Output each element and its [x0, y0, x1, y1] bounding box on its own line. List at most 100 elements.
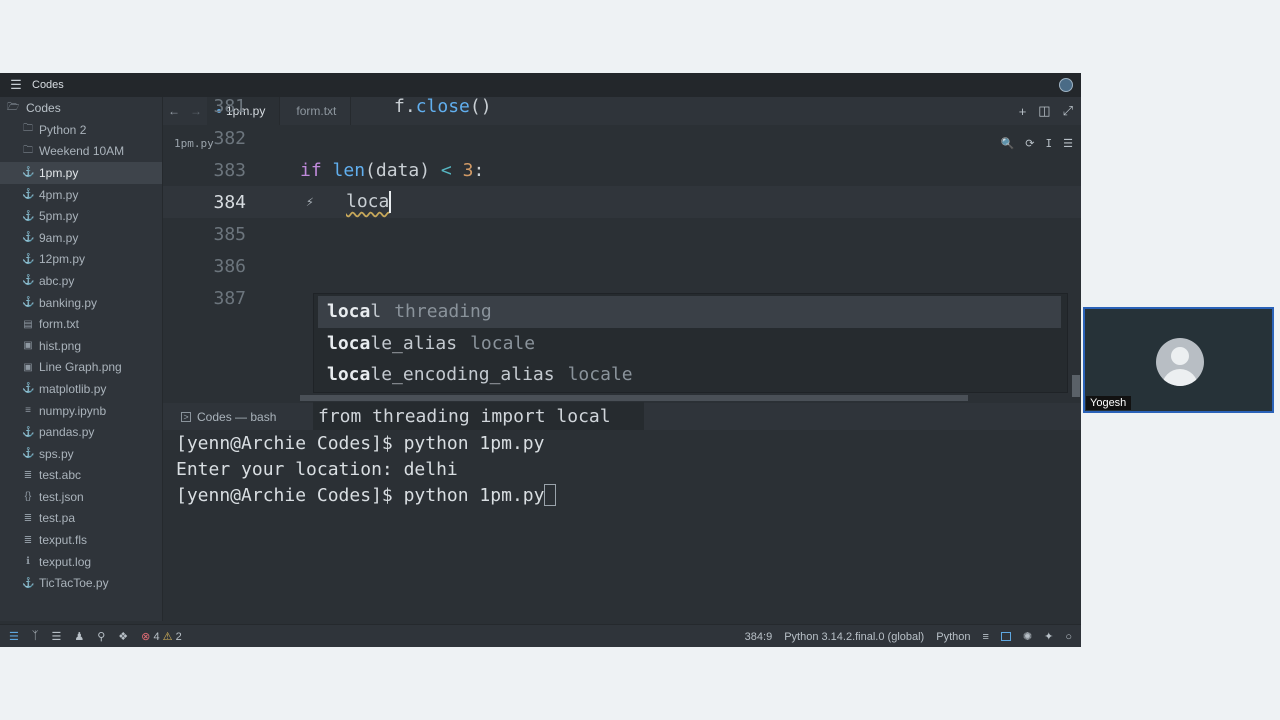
python-file-icon: ⚓ [22, 275, 35, 287]
folder-open-icon: 🗁 [7, 101, 20, 113]
sidebar-item-banking-py[interactable]: ⚓ banking.py [0, 292, 162, 314]
python-file-icon: ⚓ [22, 167, 35, 179]
people-icon[interactable]: ♟ [74, 630, 84, 643]
sidebar-item-label: form.txt [39, 317, 80, 332]
sidebar-item-label: Line Graph.png [39, 360, 122, 375]
code-line-384: 384 ⚡ loca [163, 186, 1081, 218]
code-line-386: 386 [213, 255, 246, 277]
autocomplete-item[interactable]: loca le_alias locale [314, 328, 1067, 360]
python-file-icon: ⚓ [22, 189, 35, 201]
sidebar-item-label: 4pm.py [39, 187, 79, 202]
sidebar-item-label: banking.py [39, 295, 98, 310]
participant-name: Yogesh [1086, 396, 1132, 410]
sidebar-item-texput-fls[interactable]: ≣ texput.fls [0, 529, 162, 551]
editor-vertical-scrollbar[interactable] [1072, 375, 1080, 397]
hamburger-menu-icon[interactable]: ☰ [0, 77, 32, 93]
file-sidebar: 🗁 Codes 🗀 Python 2 🗀 Weekend 10AM ⚓ 1pm.py ⚓ 4p… [0, 97, 163, 621]
terminal-line: Enter your location: delhi [176, 458, 458, 480]
image-file-icon: ▣ [23, 361, 33, 373]
python-file-icon: ⚓ [22, 232, 35, 244]
autocomplete-doc: from threading import local [313, 402, 644, 430]
status-bar: ☰ ᛉ ☰ ♟ ⚲ ❖ ⊗ 4 ⚠ 2 384:9 Python 3.14.2.… [0, 624, 1081, 647]
terminal-line: [yenn@Archie Codes]$ python 1pm.py [176, 432, 545, 454]
editor-horizontal-scrollbar[interactable] [300, 395, 968, 401]
sidebar-item-9am-py[interactable]: ⚓ 9am.py [0, 227, 162, 249]
sidebar-item-test-abc[interactable]: ≣ test.abc [0, 465, 162, 487]
sidebar-item-hist-png[interactable]: ▣ hist.png [0, 335, 162, 357]
terminal-icon: > [181, 411, 191, 422]
window-title: Codes [32, 79, 64, 91]
sidebar-item-1pm-py[interactable]: ⚓ 1pm.py [0, 162, 162, 184]
info-file-icon: ℹ [26, 556, 30, 568]
sidebar-item-label: matplotlib.py [39, 381, 107, 396]
sidebar-item-abc-py[interactable]: ⚓ abc.py [0, 270, 162, 292]
terminal-tab[interactable]: > Codes — bash [163, 410, 276, 424]
sidebar-item-4pm-py[interactable]: ⚓ 4pm.py [0, 184, 162, 206]
panel-icon[interactable] [1000, 632, 1011, 641]
generic-file-icon: ≣ [23, 512, 33, 524]
text-file-icon: ▤ [23, 318, 33, 330]
video-call-tile[interactable]: Yogesh [1083, 307, 1274, 413]
sidebar-item-label: test.json [39, 489, 84, 504]
folder-icon: 🗀 [23, 123, 33, 135]
search-icon[interactable]: ⚲ [97, 630, 105, 643]
sidebar-item-sps-py[interactable]: ⚓ sps.py [0, 443, 162, 465]
code-line-385: 385 [213, 223, 246, 245]
problems-indicator[interactable]: ⊗ 4 ⚠ 2 [141, 630, 182, 643]
cursor-position[interactable]: 384:9 [745, 631, 773, 643]
terminal-output[interactable]: [yenn@Archie Codes]$ python 1pm.py Enter… [163, 430, 1081, 620]
python-file-icon: ⚓ [22, 383, 35, 395]
sidebar-item-12pm-py[interactable]: ⚓ 12pm.py [0, 249, 162, 271]
sidebar-item-label: Weekend 10AM [39, 144, 125, 159]
sidebar-item-label: 1pm.py [39, 165, 79, 180]
explorer-icon[interactable]: ☰ [9, 630, 19, 643]
sidebar-item-numpy-ipynb[interactable]: ≡ numpy.ipynb [0, 400, 162, 422]
sidebar-item-matplotlib-py[interactable]: ⚓ matplotlib.py [0, 378, 162, 400]
code-line-383: 383 if len(data) < 3: [213, 159, 485, 181]
image-file-icon: ▣ [23, 340, 33, 352]
lightning-bolt-icon[interactable]: ⚡ [306, 195, 314, 210]
python-file-icon: ⚓ [22, 253, 35, 265]
sidebar-item-label: pandas.py [39, 425, 95, 440]
list-icon[interactable]: ☰ [51, 630, 61, 643]
debug-icon[interactable]: ✺ [1023, 630, 1032, 643]
sidebar-root-folder[interactable]: 🗁 Codes [0, 97, 162, 119]
sidebar-item-tictactoe-py[interactable]: ⚓ TicTacToe.py [0, 572, 162, 594]
avatar [1156, 338, 1204, 386]
sidebar-item-test-json[interactable]: {} test.json [0, 486, 162, 508]
format-icon[interactable]: ≡ [982, 631, 988, 643]
sidebar-item-label: 5pm.py [39, 209, 79, 224]
text-caret [389, 191, 392, 213]
typed-text: loca [346, 191, 390, 212]
python-file-icon: ⚓ [22, 297, 35, 309]
sidebar-item-form-txt[interactable]: ▤ form.txt [0, 313, 162, 335]
python-file-icon: ⚓ [22, 448, 35, 460]
terminal-cursor [544, 484, 557, 506]
autocomplete-item[interactable]: loca l threading [318, 296, 1061, 328]
language-mode[interactable]: Python [936, 631, 970, 643]
sidebar-item-5pm-py[interactable]: ⚓ 5pm.py [0, 205, 162, 227]
code-line-381: 381 f.close() [213, 95, 492, 117]
sidebar-item-label: texput.fls [39, 533, 88, 548]
sidebar-item-label: TicTacToe.py [39, 576, 109, 591]
tools-icon[interactable]: ✦ [1044, 630, 1053, 643]
autocomplete-item[interactable]: loca le_encoding_alias locale [314, 359, 1067, 391]
sidebar-item-pandas-py[interactable]: ⚓ pandas.py [0, 421, 162, 443]
sidebar-item-line-graph-png[interactable]: ▣ Line Graph.png [0, 357, 162, 379]
sidebar-item-weekend-10am[interactable]: 🗀 Weekend 10AM [0, 141, 162, 163]
interpreter-selector[interactable]: Python 3.14.2.final.0 (global) [784, 631, 924, 643]
sidebar-item-test-pa[interactable]: ≣ test.pa [0, 508, 162, 530]
sidebar-item-texput-log[interactable]: ℹ texput.log [0, 551, 162, 573]
sidebar-item-label: abc.py [39, 273, 75, 288]
sidebar-item-label: sps.py [39, 446, 74, 461]
sidebar-item-python-2[interactable]: 🗀 Python 2 [0, 119, 162, 141]
folder-icon: 🗀 [23, 144, 33, 156]
git-branch-icon[interactable]: ᛉ [32, 630, 39, 642]
git-icon[interactable]: ❖ [118, 630, 128, 643]
python-file-icon: ⚓ [22, 426, 35, 438]
sidebar-item-label: test.abc [39, 468, 82, 483]
sidebar-item-label: 9am.py [39, 230, 79, 245]
notification-bell-icon[interactable]: ○ [1065, 631, 1072, 643]
json-file-icon: {} [24, 491, 32, 503]
sidebar-item-label: numpy.ipynb [39, 403, 107, 418]
